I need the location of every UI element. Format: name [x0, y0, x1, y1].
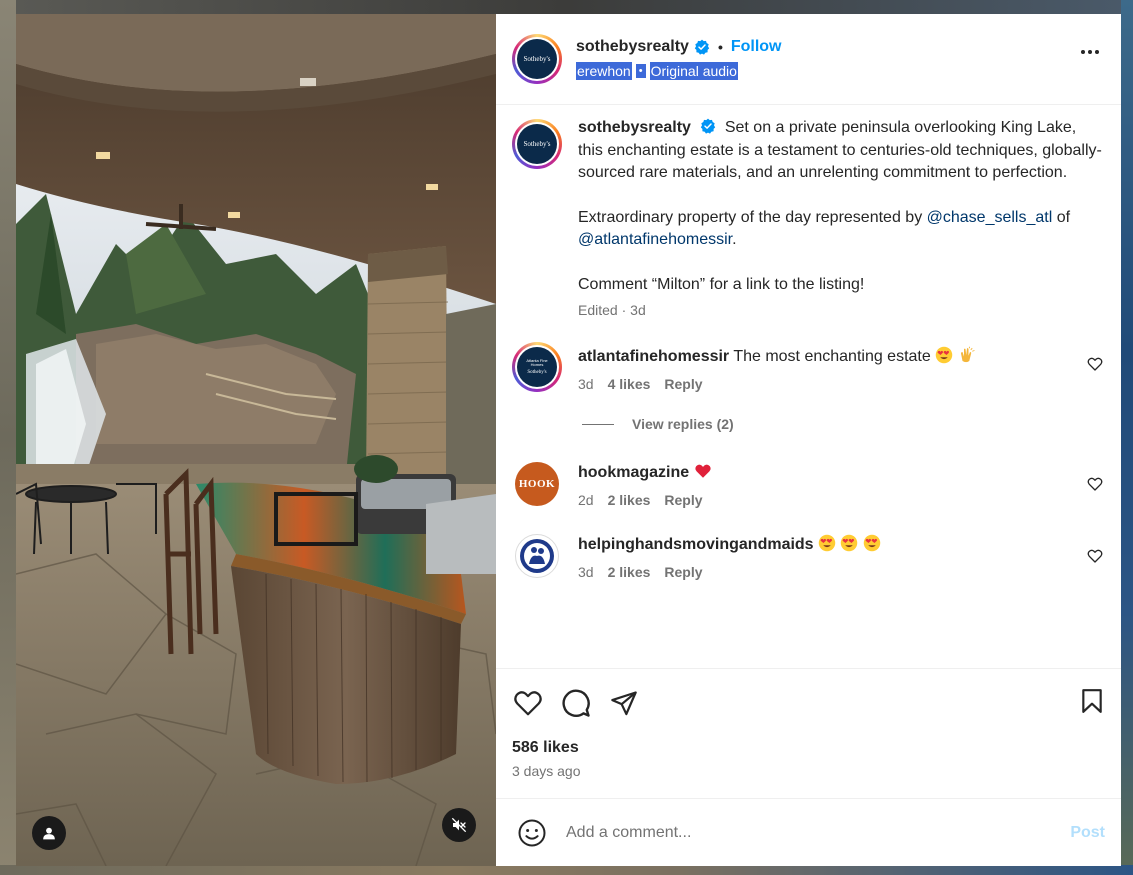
logo-text: Sotheby's [523, 139, 551, 148]
separator-dot: • [717, 39, 723, 55]
comment-text: The most enchanting estate [733, 348, 931, 365]
reply-button[interactable]: Reply [664, 564, 702, 580]
add-comment-bar: Post [496, 798, 1121, 866]
caption-time[interactable]: 3d [630, 302, 646, 318]
sothebys-logo: Sotheby's [517, 39, 557, 79]
backdrop-right-strip [1121, 0, 1133, 875]
comment-bubble-icon [562, 689, 590, 717]
heart-eyes-emoji-icon [863, 534, 881, 552]
comment-like-heart-icon[interactable] [1087, 356, 1103, 372]
author-username[interactable]: sothebysrealty [576, 38, 689, 56]
reply-button[interactable]: Reply [664, 376, 702, 392]
post-header: Sotheby's sothebysrealty • Follow erewho… [496, 14, 1121, 105]
commenter-username[interactable]: hookmagazine [578, 464, 689, 481]
reply-button[interactable]: Reply [664, 492, 702, 508]
comments-section[interactable]: Sotheby's sothebysrealty Set on a privat… [496, 105, 1121, 668]
likes-count[interactable]: 586 likes [512, 739, 1105, 757]
commenter-avatar[interactable]: HOOK [515, 462, 559, 506]
tagged-users-button[interactable] [32, 816, 66, 850]
caption-paragraph-2-mid: of [1056, 208, 1071, 226]
caption-author-avatar[interactable]: Sotheby's [512, 119, 562, 169]
comment-likes[interactable]: 2 likes [608, 564, 651, 580]
meta-dot: · [617, 302, 631, 318]
audio-separator: • [635, 64, 646, 78]
edited-label: Edited [578, 302, 618, 318]
comment-item: helpinghandsmovingandmaids 3d 2 likes Re… [512, 534, 1105, 580]
post-details-panel: Sotheby's sothebysrealty • Follow erewho… [496, 14, 1121, 866]
caption-paragraph-2-suffix: . [732, 231, 737, 248]
audio-artist-link[interactable]: erewhon [576, 62, 632, 80]
view-replies-label: View replies (2) [632, 416, 734, 432]
commenter-avatar[interactable]: Atlanta Fine Homes Sotheby's [512, 342, 562, 392]
original-audio-link[interactable]: Original audio [649, 62, 738, 80]
clapping-hands-emoji-icon [960, 346, 975, 363]
mute-button[interactable] [442, 808, 476, 842]
smiley-icon [518, 819, 546, 846]
helping-hands-logo [520, 539, 554, 573]
post-video[interactable] [16, 14, 496, 866]
share-button[interactable] [608, 687, 640, 719]
emoji-picker-button[interactable] [516, 817, 548, 849]
comment-item: HOOK hookmagazine 2d 2 likes Reply [512, 462, 1105, 508]
commenter-username[interactable]: helpinghandsmovingandmaids [578, 536, 814, 553]
commenter-username[interactable]: atlantafinehomessir [578, 348, 729, 365]
comment-like-heart-icon[interactable] [1087, 476, 1103, 492]
speaker-muted-icon [451, 817, 467, 833]
verified-badge-icon [694, 39, 710, 55]
commenter-avatar[interactable] [515, 534, 559, 578]
comment-button[interactable] [560, 687, 592, 719]
logo-text: Sotheby's [523, 54, 551, 63]
save-button[interactable] [1079, 687, 1105, 720]
comment-input[interactable] [566, 823, 1063, 842]
atlanta-fine-homes-logo: Atlanta Fine Homes Sotheby's [517, 347, 557, 387]
audio-attribution: erewhon • Original audio [576, 62, 782, 80]
sothebys-logo: Sotheby's [517, 124, 557, 164]
hook-logo-text: HOOK [518, 478, 556, 490]
view-replies-button[interactable]: View replies (2) [582, 416, 1105, 432]
caption-text: sothebysrealty Set on a private peninsul… [578, 117, 1105, 296]
caption-meta: Edited · 3d [578, 302, 1105, 318]
verified-badge-icon [700, 118, 716, 134]
comment-time[interactable]: 2d [578, 492, 594, 508]
comment-likes[interactable]: 2 likes [608, 492, 651, 508]
bookmark-icon [1082, 689, 1102, 713]
post-caption: Sotheby's sothebysrealty Set on a privat… [512, 117, 1105, 318]
more-options-icon[interactable] [1081, 50, 1099, 54]
comment-like-heart-icon[interactable] [1087, 548, 1103, 564]
post-comment-button[interactable]: Post [1070, 824, 1105, 842]
heart-eyes-emoji-icon [841, 534, 858, 552]
paper-plane-icon [611, 691, 637, 716]
person-icon [43, 827, 55, 840]
logo-subtext: Sotheby's [527, 370, 547, 375]
comment-time[interactable]: 3d [578, 376, 594, 392]
caption-paragraph-3: Comment “Milton” for a link to the listi… [578, 275, 865, 293]
post-time-ago[interactable]: 3 days ago [512, 763, 1105, 779]
follow-button[interactable]: Follow [731, 38, 782, 56]
post-modal: Sotheby's sothebysrealty • Follow erewho… [16, 14, 1121, 866]
post-actions: 586 likes 3 days ago [496, 668, 1121, 798]
mention-chase-sells-atl[interactable]: @chase_sells_atl [927, 209, 1053, 226]
logo-text: Atlanta Fine Homes [526, 358, 548, 367]
red-heart-emoji-icon [694, 464, 711, 478]
comment-item: Atlanta Fine Homes Sotheby's atlantafine… [512, 342, 1105, 392]
heart-eyes-emoji-icon [935, 346, 953, 364]
heart-eyes-emoji-icon [818, 534, 836, 552]
mention-atlantafinehomessir[interactable]: @atlantafinehomessir [578, 231, 732, 248]
heart-outline-icon [514, 691, 542, 716]
comment-time[interactable]: 3d [578, 564, 594, 580]
backdrop-left-strip [0, 0, 16, 875]
comment-likes[interactable]: 4 likes [608, 376, 651, 392]
author-avatar[interactable]: Sotheby's [512, 34, 562, 84]
caption-username[interactable]: sothebysrealty [578, 119, 691, 136]
caption-paragraph-2-prefix: Extraordinary property of the day repres… [578, 208, 923, 226]
video-frame-outdoor-kitchen [16, 14, 496, 866]
like-button[interactable] [512, 687, 544, 719]
replies-divider-line [582, 423, 614, 425]
backdrop-bottom-strip [0, 865, 1133, 875]
